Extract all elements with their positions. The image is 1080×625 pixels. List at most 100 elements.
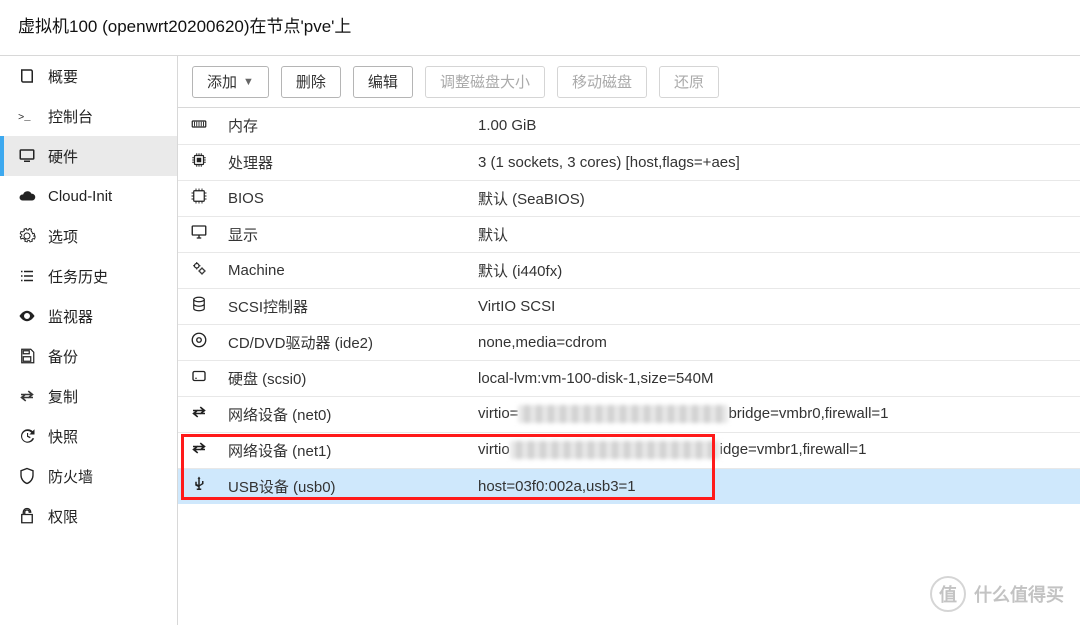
sidebar-item-label: Cloud-Init [48,188,112,205]
sidebar-item-label: 权限 [48,506,78,527]
hardware-value: 默认 (SeaBIOS) [470,180,1080,216]
hardware-row[interactable]: 显示默认 [178,216,1080,252]
hardware-row[interactable]: BIOS默认 (SeaBIOS) [178,180,1080,216]
history-icon [18,427,40,445]
hardware-value: 3 (1 sockets, 3 cores) [host,flags=+aes] [470,144,1080,180]
hardware-row[interactable]: 网络设备 (net1)virtioidge=vmbr1,firewall=1 [178,432,1080,468]
hardware-row[interactable]: 硬盘 (scsi0)local-lvm:vm-100-disk-1,size=5… [178,360,1080,396]
hardware-label: BIOS [220,180,470,216]
hardware-value: local-lvm:vm-100-disk-1,size=540M [470,360,1080,396]
sidebar-item-label: 防火墙 [48,466,93,487]
sidebar-item-backup[interactable]: 备份 [0,336,177,376]
sidebar-item-label: 快照 [48,426,78,447]
hardware-row[interactable]: 内存1.00 GiB [178,108,1080,144]
hardware-value: none,media=cdrom [470,324,1080,360]
hdd-icon [188,367,210,385]
hardware-label: 处理器 [220,144,470,180]
unlock-icon [18,507,40,525]
sidebar-item-firewall[interactable]: 防火墙 [0,456,177,496]
hardware-row[interactable]: 网络设备 (net0)virtio=bridge=vmbr0,firewall=… [178,396,1080,432]
database-icon [188,295,210,313]
resize-disk-button: 调整磁盘大小 [425,66,545,98]
sidebar-item-snapshot[interactable]: 快照 [0,416,177,456]
add-button-label: 添加 [207,71,237,92]
remove-button[interactable]: 删除 [281,66,341,98]
content-pane: 添加 ▼ 删除 编辑 调整磁盘大小 移动磁盘 还原 内存1.00 GiB处理器3… [178,56,1080,625]
watermark-text: 什么值得买 [974,581,1064,607]
replication-icon [18,387,40,405]
sidebar-item-tasks[interactable]: 任务历史 [0,256,177,296]
network-icon [188,403,210,421]
hardware-value: VirtIO SCSI [470,288,1080,324]
hardware-row[interactable]: CD/DVD驱动器 (ide2)none,media=cdrom [178,324,1080,360]
hardware-label: 硬盘 (scsi0) [220,360,470,396]
redacted-value [510,441,720,459]
sidebar-item-options[interactable]: 选项 [0,216,177,256]
hardware-label: Machine [220,252,470,288]
memory-icon [188,115,210,133]
sidebar-item-label: 选项 [48,226,78,247]
watermark-glyph: 值 [930,576,966,612]
list-icon [18,267,40,285]
cogs-icon [188,259,210,277]
book-icon [18,67,40,85]
sidebar-item-label: 任务历史 [48,266,108,287]
sidebar-item-perms[interactable]: 权限 [0,496,177,536]
sidebar-item-label: 备份 [48,346,78,367]
hardware-row[interactable]: Machine默认 (i440fx) [178,252,1080,288]
hardware-value: host=03f0:002a,usb3=1 [470,468,1080,504]
sidebar: 概要 >_ 控制台硬件 Cloud-Init 选项任务历史监视器备份复制快照防火墙权限 [0,56,178,625]
terminal-icon: >_ [18,107,40,125]
hardware-value: 默认 [470,216,1080,252]
disc-icon [188,331,210,349]
hardware-row[interactable]: SCSI控制器VirtIO SCSI [178,288,1080,324]
sidebar-item-monitor[interactable]: 监视器 [0,296,177,336]
hardware-row[interactable]: 处理器3 (1 sockets, 3 cores) [host,flags=+a… [178,144,1080,180]
edit-button[interactable]: 编辑 [353,66,413,98]
cpu-icon [188,151,210,169]
sidebar-item-console[interactable]: >_ 控制台 [0,96,177,136]
chevron-down-icon: ▼ [243,76,254,88]
hardware-value: virtioidge=vmbr1,firewall=1 [470,432,1080,468]
save-icon [18,347,40,365]
sidebar-item-cloudinit[interactable]: Cloud-Init [0,176,177,216]
hardware-label: 内存 [220,108,470,144]
hardware-label: USB设备 (usb0) [220,468,470,504]
display-icon [188,223,210,241]
hardware-value: virtio=bridge=vmbr0,firewall=1 [470,396,1080,432]
toolbar: 添加 ▼ 删除 编辑 调整磁盘大小 移动磁盘 还原 [178,56,1080,108]
eye-icon [18,307,40,325]
move-disk-button: 移动磁盘 [557,66,647,98]
hardware-label: CD/DVD驱动器 (ide2) [220,324,470,360]
cloud-icon [18,187,40,205]
revert-button: 还原 [659,66,719,98]
sidebar-item-label: 复制 [48,386,78,407]
hardware-value: 1.00 GiB [470,108,1080,144]
page-title: 虚拟机100 (openwrt20200620)在节点'pve'上 [0,0,1080,55]
hardware-label: 网络设备 (net1) [220,432,470,468]
redacted-value [518,405,728,423]
sidebar-item-label: 控制台 [48,106,93,127]
monitor-icon [18,147,40,165]
hardware-label: SCSI控制器 [220,288,470,324]
sidebar-item-hardware[interactable]: 硬件 [0,136,177,176]
main-area: 概要>_控制台硬件Cloud-Init选项任务历史监视器备份复制快照防火墙权限 … [0,55,1080,625]
sidebar-item-replicate[interactable]: 复制 [0,376,177,416]
network-icon [188,439,210,457]
gear-icon [18,227,40,245]
watermark: 值 什么值得买 [930,576,1064,612]
shield-icon [18,467,40,485]
hardware-value: 默认 (i440fx) [470,252,1080,288]
chip-icon [188,187,210,205]
hardware-row[interactable]: USB设备 (usb0)host=03f0:002a,usb3=1 [178,468,1080,504]
sidebar-item-label: 硬件 [48,146,78,167]
sidebar-item-label: 监视器 [48,306,93,327]
usb-icon [188,475,210,493]
hardware-label: 网络设备 (net0) [220,396,470,432]
svg-text:>_: >_ [18,112,31,124]
sidebar-item-summary[interactable]: 概要 [0,56,177,96]
hardware-table: 内存1.00 GiB处理器3 (1 sockets, 3 cores) [hos… [178,108,1080,504]
hardware-label: 显示 [220,216,470,252]
add-button[interactable]: 添加 ▼ [192,66,269,98]
sidebar-item-label: 概要 [48,66,78,87]
